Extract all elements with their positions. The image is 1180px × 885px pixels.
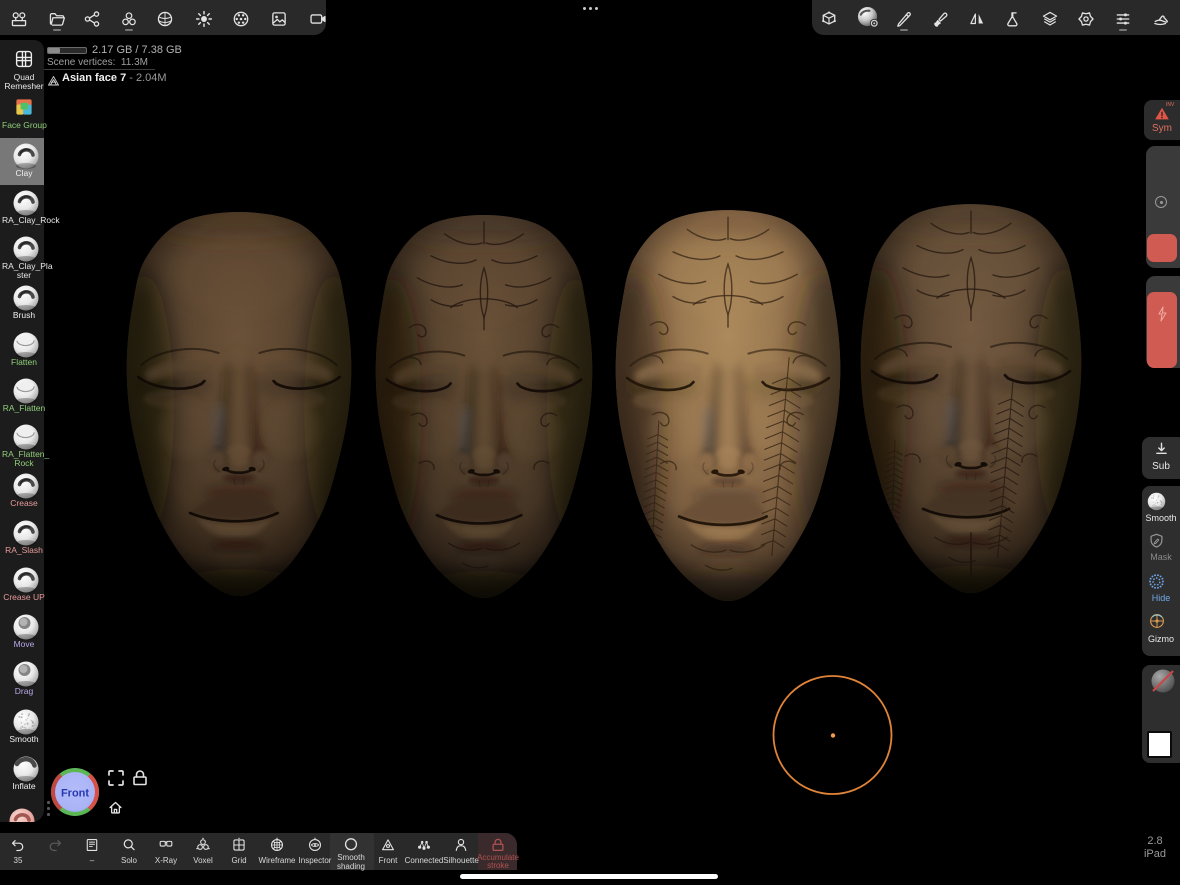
svg-text:Front: Front — [61, 788, 89, 800]
